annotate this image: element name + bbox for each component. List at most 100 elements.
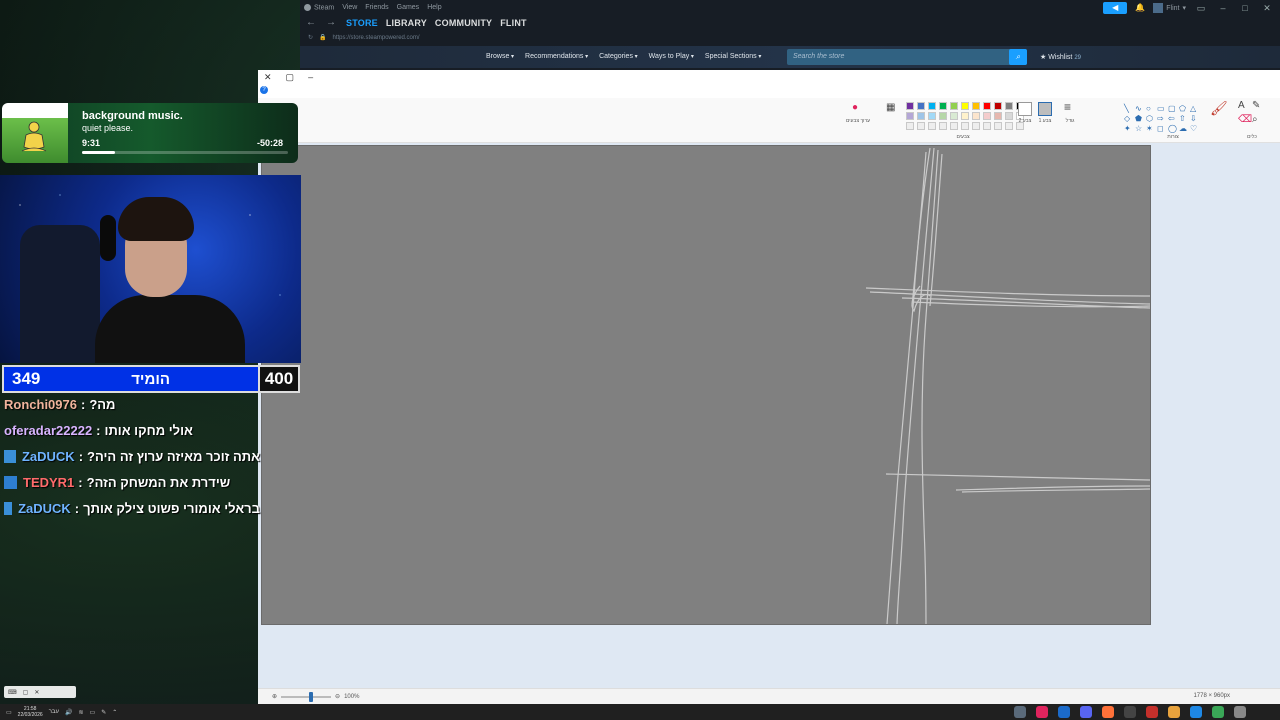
color-swatch[interactable] (994, 102, 1002, 110)
color-swatch[interactable] (994, 122, 1002, 130)
callout-oval-shape-icon[interactable]: ◯ (1168, 124, 1178, 133)
volume-icon[interactable]: 🔊 (65, 709, 72, 716)
url-bar[interactable]: ↻ 🔒 https://store.steampowered.com/ (308, 34, 420, 42)
chat-username[interactable]: oferadar22222 (4, 423, 92, 438)
chat-username[interactable]: ZaDUCK (22, 449, 75, 464)
taskbar-app-icon[interactable] (1036, 706, 1048, 718)
close-icon[interactable]: ✕ (264, 72, 272, 83)
taskbar-app-icon[interactable] (1080, 706, 1092, 718)
color-swatch[interactable] (939, 122, 947, 130)
color-swatch[interactable] (983, 112, 991, 120)
minimize-button[interactable]: – (1216, 3, 1230, 13)
magnifier-tool-icon[interactable]: ⌕ (1252, 114, 1258, 125)
zoom-slider[interactable] (281, 691, 332, 702)
color-swatch[interactable] (972, 112, 980, 120)
taskbar-app-icon[interactable] (1058, 706, 1070, 718)
color-swatch[interactable] (961, 122, 969, 130)
curve-shape-icon[interactable]: ∿ (1135, 104, 1145, 113)
diamond-shape-icon[interactable]: ◇ (1124, 114, 1134, 123)
brushes-icon[interactable]: 🖌 (1210, 100, 1228, 117)
keyboard-icon[interactable]: ⌨ (8, 689, 17, 696)
nav-library[interactable]: LIBRARY (386, 18, 427, 28)
taskbar-app-icon[interactable] (1190, 706, 1202, 718)
close-button[interactable]: ✕ (1260, 3, 1274, 14)
arrow-down-shape-icon[interactable]: ⇩ (1190, 114, 1200, 123)
color-swatch[interactable] (928, 112, 936, 120)
nav-community[interactable]: COMMUNITY (435, 18, 492, 28)
color-swatch[interactable] (939, 102, 947, 110)
taskbar-app-icon[interactable] (1212, 706, 1224, 718)
color-swatch[interactable] (917, 102, 925, 110)
color-picker-icon[interactable]: ● (852, 102, 858, 113)
minimize-icon[interactable]: – (308, 72, 313, 83)
screen-mode-icon[interactable]: ▭ (1194, 3, 1208, 14)
clock[interactable]: 21:58 22/03/2026 (18, 706, 43, 718)
zoom-out-icon[interactable]: ⊖ (335, 693, 340, 700)
store-recommendations[interactable]: Recommendations (525, 53, 588, 60)
arrow-left-shape-icon[interactable]: ⇦ (1168, 114, 1178, 123)
wishlist-link[interactable]: ★ Wishlist 29 (1040, 53, 1081, 61)
arrow-right-shape-icon[interactable]: ⇨ (1157, 114, 1167, 123)
store-search-input[interactable]: Search the store ⌕ (787, 49, 1027, 65)
store-categories[interactable]: Categories (599, 53, 638, 60)
nav-store[interactable]: STORE (346, 18, 378, 28)
taskbar-app-icon[interactable] (1014, 706, 1026, 718)
color-swatch[interactable] (961, 112, 969, 120)
notification-icon[interactable]: ▭ (6, 709, 12, 716)
back-arrow-icon[interactable]: ← (306, 17, 318, 28)
color-swatch[interactable] (906, 122, 914, 130)
color-swatch[interactable] (917, 112, 925, 120)
steam-menu-help[interactable]: Help (427, 4, 441, 11)
cloud-shape-icon[interactable]: ☁ (1179, 124, 1189, 133)
pen-icon[interactable]: ✎ (101, 709, 106, 716)
triangle-shape-icon[interactable]: △ (1190, 104, 1200, 113)
taskbar-app-icon[interactable] (1146, 706, 1158, 718)
notification-bell-icon[interactable]: 🔔 (1135, 3, 1145, 13)
chat-username[interactable]: Ronchi0976 (4, 397, 77, 412)
color-swatch[interactable] (950, 112, 958, 120)
color-swatch[interactable] (950, 122, 958, 130)
pencil-tool-icon[interactable]: ✎ (1252, 100, 1260, 111)
store-special-sections[interactable]: Special Sections (705, 53, 761, 60)
help-icon[interactable]: ? (260, 86, 268, 94)
zoom-slider-thumb[interactable] (309, 691, 314, 702)
rect-shape-icon[interactable]: ▭ (1157, 104, 1167, 113)
hexagon-shape-icon[interactable]: ⬡ (1146, 114, 1156, 123)
color-swatch[interactable] (939, 112, 947, 120)
color-swatch[interactable] (1005, 112, 1013, 120)
reload-icon[interactable]: ↻ (308, 34, 313, 41)
language-indicator[interactable]: עבר (49, 709, 59, 715)
taskbar-app-icon[interactable] (1168, 706, 1180, 718)
color-swatch[interactable] (961, 102, 969, 110)
taskbar-app-icon[interactable] (1102, 706, 1114, 718)
eraser-tool-icon[interactable]: ⌫ (1238, 114, 1252, 125)
color-swatch[interactable] (994, 112, 1002, 120)
battery-icon[interactable]: ▭ (90, 709, 96, 716)
polygon-shape-icon[interactable]: ⬠ (1179, 104, 1189, 113)
color-swatch[interactable] (1005, 102, 1013, 110)
color1-box[interactable] (1038, 102, 1052, 116)
nav-profile[interactable]: FLINT (500, 18, 527, 28)
tray-chevron-up-icon[interactable]: ⌃ (112, 709, 117, 716)
announcement-icon[interactable]: ◀ (1103, 2, 1128, 14)
steam-menu-friends[interactable]: Friends (365, 4, 388, 11)
color-swatch[interactable] (917, 122, 925, 130)
store-ways-to-play[interactable]: Ways to Play (649, 53, 694, 60)
color-swatch[interactable] (972, 122, 980, 130)
pentagon-shape-icon[interactable]: ⬟ (1135, 114, 1145, 123)
callout-shape-icon[interactable]: ◻ (1157, 124, 1167, 133)
color-swatch[interactable] (1005, 122, 1013, 130)
text-tool-icon[interactable]: A (1238, 100, 1245, 111)
color-swatch[interactable] (983, 102, 991, 110)
color-swatch[interactable] (928, 122, 936, 130)
square-icon[interactable]: ▢ (23, 689, 29, 696)
color2-box[interactable] (1018, 102, 1032, 116)
maximize-button[interactable]: □ (1238, 3, 1252, 13)
heart-shape-icon[interactable]: ♡ (1190, 124, 1200, 133)
color-swatch[interactable] (928, 102, 936, 110)
color-swatch[interactable] (950, 102, 958, 110)
close-icon[interactable]: ✕ (34, 689, 39, 696)
user-menu[interactable]: Flint ▾ (1153, 3, 1186, 13)
roundrect-shape-icon[interactable]: ▢ (1168, 104, 1178, 113)
edit-colors-label[interactable]: ערוך צבעים (838, 118, 878, 124)
